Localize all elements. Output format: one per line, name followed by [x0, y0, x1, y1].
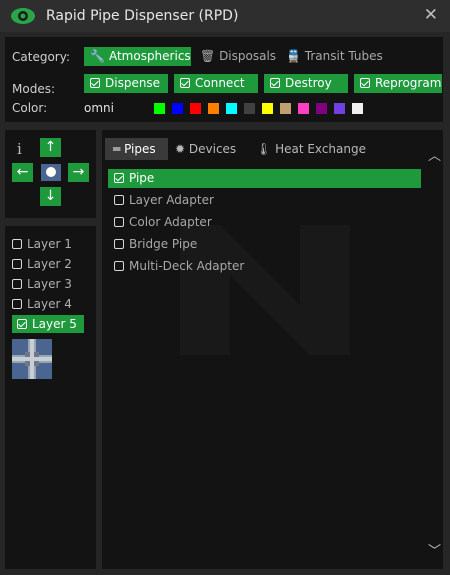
layer-2-option[interactable]: Layer 2 [12, 255, 72, 273]
layer-3-option[interactable]: Layer 3 [12, 275, 72, 293]
layer-label: Layer 4 [27, 297, 72, 311]
tab-devices[interactable]: ✹ Devices [175, 138, 236, 160]
pipe-item-label: Bridge Pipe [129, 237, 198, 251]
category-transit-tubes-button[interactable]: 🚆 Transit Tubes [286, 47, 383, 66]
checkbox-checked-icon [17, 319, 27, 329]
checkbox-icon [12, 299, 22, 309]
window-title: Rapid Pipe Dispenser (RPD) [46, 8, 239, 24]
mode-reprogram-toggle[interactable]: Reprogram [354, 74, 442, 93]
pipe-item-layer-adapter[interactable]: Layer Adapter [108, 191, 214, 210]
color-swatch-pink[interactable] [298, 103, 309, 114]
category-label: Category: [12, 50, 70, 64]
category-disposals-button[interactable]: 🗑 Disposals [200, 47, 276, 66]
layer-label: Layer 5 [32, 317, 77, 331]
layer-label: Layer 3 [27, 277, 72, 291]
tab-pipes[interactable]: ═ Pipes [105, 138, 168, 160]
checkbox-icon [12, 239, 22, 249]
mode-destroy-toggle[interactable]: Destroy [264, 74, 348, 93]
pipe-item-label: Multi-Deck Adapter [129, 259, 245, 273]
wrench-icon: 🔧 [90, 49, 105, 63]
pipes-icon: ═ [113, 142, 121, 156]
scroll-up-button[interactable]: ︿ [428, 145, 441, 164]
category-atmospherics-button[interactable]: 🔧 Atmospherics [84, 47, 191, 66]
color-swatch-cyan[interactable] [226, 103, 237, 114]
category-transit-tubes-label: Transit Tubes [304, 49, 383, 63]
direction-north-button[interactable]: ↑ [40, 138, 61, 157]
category-atmospherics-label: Atmospherics [108, 49, 191, 63]
color-swatch-red[interactable] [190, 103, 201, 114]
pipe-item-label: Color Adapter [129, 215, 212, 229]
layer-label: Layer 1 [27, 237, 72, 251]
checkbox-checked-icon [114, 173, 124, 183]
layer-5-option[interactable]: Layer 5 [12, 315, 84, 333]
mode-reprogram-label: Reprogram [375, 76, 442, 90]
layer-1-option[interactable]: Layer 1 [12, 235, 72, 253]
checkbox-checked-icon [360, 78, 370, 88]
modes-label: Modes: [12, 82, 55, 96]
checkbox-icon [114, 239, 124, 249]
color-swatch-yellow[interactable] [262, 103, 273, 114]
scroll-down-button[interactable]: ﹀ [428, 540, 441, 559]
layer-label: Layer 2 [27, 257, 72, 271]
pipe-item-label: Pipe [129, 171, 155, 185]
train-icon: 🚆 [286, 49, 301, 63]
checkbox-icon [12, 279, 22, 289]
tab-pipes-label: Pipes [124, 142, 156, 156]
mode-connect-label: Connect [195, 76, 245, 90]
color-swatch-white[interactable] [352, 103, 363, 114]
close-button[interactable]: ✕ [424, 5, 438, 25]
layer-4-option[interactable]: Layer 4 [12, 295, 72, 313]
tab-devices-label: Devices [188, 142, 237, 156]
color-swatch-violet[interactable] [334, 103, 345, 114]
mode-dispense-label: Dispense [105, 76, 161, 90]
pipe-item-pipe[interactable]: Pipe [108, 169, 421, 188]
color-swatch-tan[interactable] [280, 103, 291, 114]
pipe-item-multi-deck-adapter[interactable]: Multi-Deck Adapter [108, 257, 244, 276]
direction-south-button[interactable]: ↓ [40, 187, 61, 206]
direction-west-button[interactable]: ← [12, 163, 33, 182]
pipe-item-bridge-pipe[interactable]: Bridge Pipe [108, 235, 197, 254]
checkbox-checked-icon [90, 78, 100, 88]
watermark-logo-icon [180, 225, 350, 355]
pipe-item-color-adapter[interactable]: Color Adapter [108, 213, 212, 232]
color-swatch-blue[interactable] [172, 103, 183, 114]
thermometer-icon: 🌡 [256, 142, 272, 156]
color-label: Color: [12, 101, 48, 115]
gear-icon: ✹ [175, 142, 186, 156]
category-disposals-label: Disposals [219, 49, 277, 63]
color-swatch-dark[interactable] [244, 103, 255, 114]
mode-dispense-toggle[interactable]: Dispense [84, 74, 168, 93]
pipe-item-label: Layer Adapter [129, 193, 214, 207]
color-swatch-green[interactable] [154, 103, 165, 114]
tab-heat-exchange-label: Heat Exchange [275, 142, 366, 156]
checkbox-checked-icon [180, 78, 190, 88]
checkbox-icon [12, 259, 22, 269]
color-swatch-orange[interactable] [208, 103, 219, 114]
eye-icon [11, 8, 35, 24]
checkbox-icon [114, 195, 124, 205]
pipe-preview-icon [12, 339, 52, 379]
mode-connect-toggle[interactable]: Connect [174, 74, 258, 93]
info-icon[interactable]: i [17, 140, 22, 158]
trash-icon: 🗑 [200, 49, 216, 63]
checkbox-checked-icon [270, 78, 280, 88]
mode-destroy-label: Destroy [285, 76, 332, 90]
color-swatch-purple[interactable] [316, 103, 327, 114]
current-color-value: omni [84, 101, 114, 115]
direction-east-button[interactable]: → [68, 163, 89, 182]
checkbox-icon [114, 261, 124, 271]
direction-center-button[interactable] [41, 164, 61, 181]
checkbox-icon [114, 217, 124, 227]
tab-heat-exchange[interactable]: 🌡 Heat Exchange [256, 138, 366, 160]
title-bar: Rapid Pipe Dispenser (RPD) ✕ [0, 0, 450, 32]
